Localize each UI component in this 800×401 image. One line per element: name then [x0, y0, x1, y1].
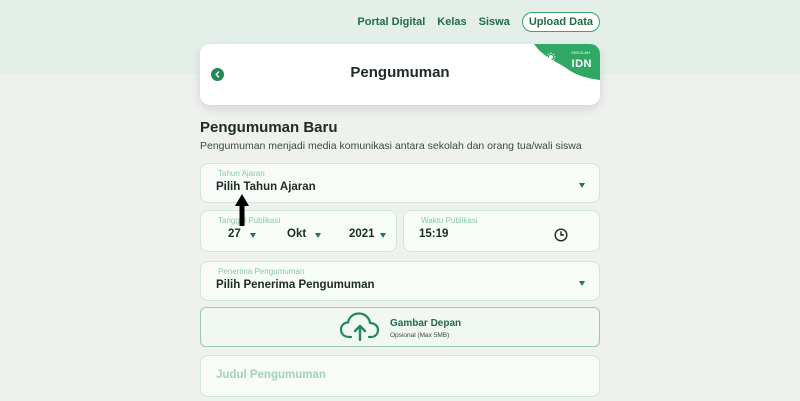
- clock-icon[interactable]: [554, 228, 568, 242]
- judul-pengumuman-input[interactable]: Judul Pengumuman: [200, 355, 600, 397]
- brand-sun-icon: [546, 52, 556, 62]
- tahun-ajaran-value: Pilih Tahun Ajaran: [216, 181, 316, 193]
- penerima-pengumuman-value: Pilih Penerima Pengumuman: [216, 279, 375, 291]
- upload-data-button[interactable]: Upload Data: [521, 12, 600, 32]
- cloud-upload-icon: [339, 312, 380, 342]
- chevron-down-icon: [380, 233, 386, 238]
- gambar-depan-subtitle: Opsional (Max 5MB): [390, 332, 450, 339]
- chevron-down-icon: [579, 183, 585, 188]
- day-select[interactable]: 27: [228, 228, 241, 240]
- section-description: Pengumuman menjadi media komunikasi anta…: [200, 140, 582, 152]
- judul-pengumuman-placeholder: Judul Pengumuman: [216, 369, 326, 381]
- chevron-down-icon: [250, 233, 256, 238]
- gambar-depan-upload[interactable]: Gambar Depan Opsional (Max 5MB): [200, 307, 600, 347]
- month-select[interactable]: Okt: [287, 228, 306, 240]
- waktu-publikasi-field[interactable]: Waktu Publikasi 15:19: [403, 210, 600, 252]
- arrow-cursor-icon: [235, 194, 249, 226]
- section-title: Pengumuman Baru: [200, 119, 338, 136]
- tahun-ajaran-label: Tahun Ajaran: [218, 169, 265, 178]
- nav-portal-digital[interactable]: Portal Digital: [357, 16, 425, 28]
- nav-siswa[interactable]: Siswa: [479, 16, 510, 28]
- waktu-publikasi-value: 15:19: [419, 228, 449, 240]
- page-header-card: Pengumuman SEKOLAH IDN: [200, 44, 600, 105]
- nav-kelas[interactable]: Kelas: [437, 16, 466, 28]
- waktu-publikasi-label: Waktu Publikasi: [421, 216, 478, 225]
- penerima-pengumuman-label: Penerima Pengumuman: [218, 267, 305, 276]
- brand-logo-text: IDN: [571, 58, 592, 70]
- top-navigation: Portal Digital Kelas Siswa Upload Data: [357, 12, 600, 32]
- tanggal-publikasi-field: Tanggal Publikasi 27 Okt 2021: [200, 210, 397, 252]
- penerima-pengumuman-select[interactable]: Penerima Pengumuman Pilih Penerima Pengu…: [200, 261, 600, 301]
- gambar-depan-title: Gambar Depan: [390, 318, 462, 329]
- chevron-down-icon: [579, 281, 585, 286]
- brand-small-text: SEKOLAH: [571, 50, 590, 55]
- chevron-down-icon: [315, 233, 321, 238]
- year-select[interactable]: 2021: [349, 228, 375, 240]
- tahun-ajaran-select[interactable]: Tahun Ajaran Pilih Tahun Ajaran: [200, 163, 600, 203]
